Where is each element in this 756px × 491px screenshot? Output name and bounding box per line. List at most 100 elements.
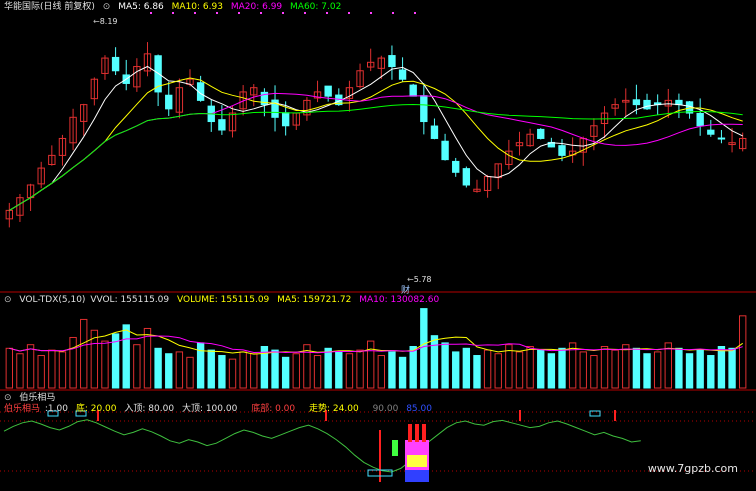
stock-chart-stage: 华能国际(日线 前复权) ⊙ MA5: 6.86 MA10: 6.93 MA20… (0, 0, 756, 487)
vol-ma5-label: MA5: 159721.72 (277, 295, 352, 305)
bottom-signal-block (392, 440, 398, 456)
volume-bar (653, 351, 662, 389)
finance-marker[interactable]: 财 (401, 283, 410, 296)
volume-bar (143, 327, 152, 389)
volume-bar (430, 335, 439, 389)
settings-icon[interactable]: ⊙ (4, 295, 12, 305)
volume-bar (728, 347, 736, 389)
signal-dot (414, 12, 416, 14)
volume-bar (16, 353, 24, 389)
volume-bar (69, 336, 77, 389)
volume-bar (324, 347, 332, 389)
volume-bar (58, 351, 67, 389)
candle-body (452, 160, 460, 173)
ma5-line (9, 65, 743, 211)
candle-body (388, 55, 396, 68)
volume-bar (37, 355, 45, 389)
vol-indicator-name: VOL-TDX(5,10) (19, 295, 86, 305)
indicator-90: 90.00 (372, 404, 399, 414)
volume-bar (228, 358, 237, 389)
volume-bar (377, 355, 386, 389)
vol-ma10-line (9, 335, 743, 354)
vvol-label: VVOL: 155115.09 (90, 295, 170, 305)
volume-bar (165, 353, 173, 389)
ma20-label: MA20: 6.99 (230, 2, 283, 12)
candle-body (420, 95, 428, 123)
volume-bar (5, 347, 14, 389)
volume-bar (707, 355, 715, 389)
volume-bar (175, 351, 184, 389)
volume-bar (515, 351, 524, 389)
volume-bar (345, 353, 354, 389)
bottom-signal-block (405, 470, 429, 482)
volume-bar (281, 356, 290, 389)
ma10-line (9, 77, 743, 211)
candle-body (558, 145, 566, 156)
volume-panel-header: ⊙ VOL-TDX(5,10) VVOL: 155115.09 VOLUME: … (0, 293, 444, 307)
volume-bar (611, 349, 619, 389)
candle-body (409, 84, 417, 97)
volume-bar (80, 318, 88, 389)
candle-body (462, 168, 471, 186)
volume-bar (271, 349, 279, 389)
signal-dot (348, 12, 350, 14)
volume-bar (738, 315, 747, 389)
volume-bar (717, 346, 726, 389)
volume-bar (48, 349, 56, 389)
indicator-sub-label: 伯乐相马 (4, 404, 41, 414)
candle-body (111, 56, 120, 72)
volume-bar (292, 353, 300, 389)
volume-bar (462, 347, 471, 389)
volume-bar (664, 342, 672, 389)
volume-bar (313, 355, 322, 389)
ma60-line (9, 103, 743, 211)
high-price-annotation: ←8.19 (93, 17, 118, 26)
indicator-da: 大顶: 100.00 (181, 404, 238, 414)
volume-bar (579, 351, 587, 389)
volume-bar (122, 324, 130, 389)
volume-bar (196, 342, 205, 389)
volume-bar (483, 349, 492, 389)
stock-title: 华能国际(日线 前复权) (4, 2, 95, 12)
volume-bar (526, 346, 534, 389)
candle-body (398, 69, 407, 80)
candle-body (537, 128, 545, 139)
volume-bar (547, 353, 556, 389)
candle-body (324, 85, 332, 97)
ma5-label: MA5: 6.86 (118, 2, 164, 12)
volume-bar (420, 308, 428, 389)
volume-bar (558, 347, 566, 389)
indicator-dibu: 底部: 0.00 (251, 404, 296, 414)
bottom-signal-stick (415, 424, 419, 442)
settings-icon[interactable]: ⊙ (103, 2, 111, 12)
candle-body (441, 140, 449, 161)
volume-bar (537, 349, 545, 389)
volume-bar (685, 353, 694, 389)
indicator-85: 85.00 (406, 404, 432, 414)
volume-bar (600, 346, 609, 389)
volume-bar (101, 340, 109, 389)
volume-bar (441, 342, 449, 389)
signal-box (589, 410, 601, 417)
vol-ma10-label: MA10: 130082.60 (359, 295, 440, 305)
bottom-signal-stick (422, 424, 426, 442)
volume-bar (26, 344, 35, 389)
volume-bar (239, 351, 247, 389)
volume-bar (590, 355, 598, 389)
volume-label: VOLUME: 155115.09 (177, 295, 270, 305)
volume-bar (133, 344, 141, 389)
volume-bar (696, 349, 704, 389)
volume-bar (675, 347, 683, 389)
indicator-line (3, 419, 641, 473)
ma20-line (9, 92, 743, 211)
candle-body (632, 99, 641, 106)
ma60-label: MA60: 7.02 (290, 2, 342, 12)
main-panel-header: 华能国际(日线 前复权) ⊙ MA5: 6.86 MA10: 6.93 MA20… (0, 0, 346, 14)
signal-dot (370, 12, 372, 14)
indicator-zoushi: 走势: 24.00 (309, 404, 359, 414)
indicator-ru: 入顶: 80.00 (124, 404, 175, 414)
volume-bar (632, 347, 641, 389)
indicator-di: 底: 20.00 (75, 404, 117, 414)
candle-body (218, 119, 226, 131)
signal-dot (392, 12, 394, 14)
